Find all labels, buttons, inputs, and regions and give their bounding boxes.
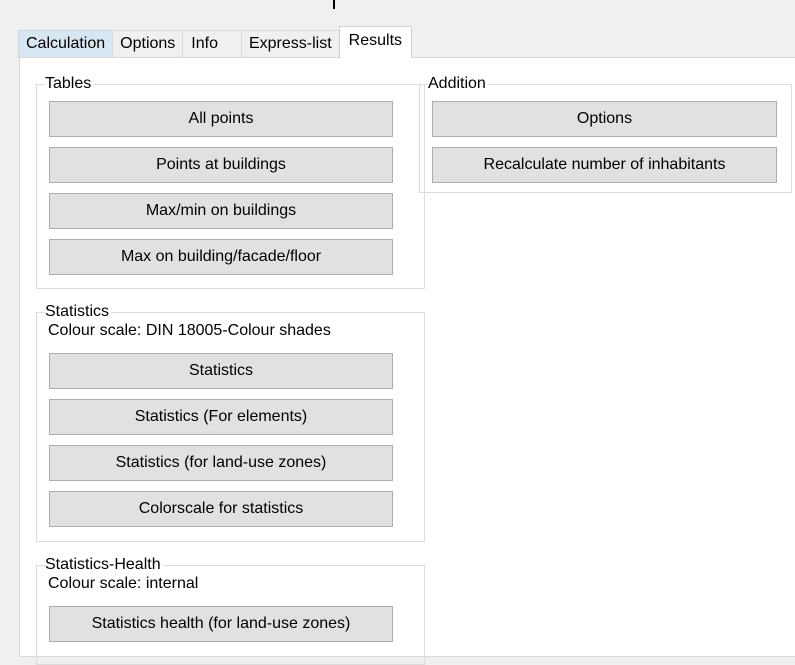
top-edge-mark — [333, 0, 335, 9]
statistics-land-use-zones-button[interactable]: Statistics (for land-use zones) — [49, 445, 393, 481]
addition-options-button[interactable]: Options — [432, 101, 777, 137]
statistics-health-group-title: Statistics-Health — [45, 555, 163, 575]
tab-options[interactable]: Options — [112, 30, 184, 58]
results-panel: Tables All points Points at buildings Ma… — [19, 57, 795, 665]
statistics-group-title: Statistics — [45, 302, 112, 322]
statistics-colour-scale-label: Colour scale: DIN 18005-Colour shades — [48, 322, 331, 339]
all-points-button[interactable]: All points — [49, 101, 393, 137]
max-on-building-facade-floor-button[interactable]: Max on building/facade/floor — [49, 239, 393, 275]
max-min-on-buildings-button[interactable]: Max/min on buildings — [49, 193, 393, 229]
window-top-strip — [0, 0, 795, 22]
statistics-button[interactable]: Statistics — [49, 353, 393, 389]
tab-bar: Calculation Options Info Express-list Re… — [18, 26, 413, 58]
statistics-for-elements-button[interactable]: Statistics (For elements) — [49, 399, 393, 435]
addition-group: Addition Options Recalculate number of i… — [419, 74, 792, 193]
tab-calculation[interactable]: Calculation — [18, 30, 114, 58]
addition-group-title: Addition — [428, 74, 488, 94]
statistics-health-group: Statistics-Health Colour scale: internal… — [36, 555, 425, 665]
tables-group: Tables All points Points at buildings Ma… — [36, 74, 425, 289]
tab-results[interactable]: Results — [338, 26, 413, 58]
statistics-health-colour-scale-label: Colour scale: internal — [48, 575, 199, 592]
tab-info[interactable]: Info — [182, 30, 242, 58]
colorscale-for-statistics-button[interactable]: Colorscale for statistics — [49, 491, 393, 527]
tables-group-title: Tables — [45, 74, 94, 94]
tab-express-list[interactable]: Express-list — [240, 30, 340, 58]
statistics-health-land-use-zones-button[interactable]: Statistics health (for land-use zones) — [49, 606, 393, 642]
statistics-group: Statistics Colour scale: DIN 18005-Colou… — [36, 302, 425, 542]
recalculate-inhabitants-button[interactable]: Recalculate number of inhabitants — [432, 147, 777, 183]
points-at-buildings-button[interactable]: Points at buildings — [49, 147, 393, 183]
